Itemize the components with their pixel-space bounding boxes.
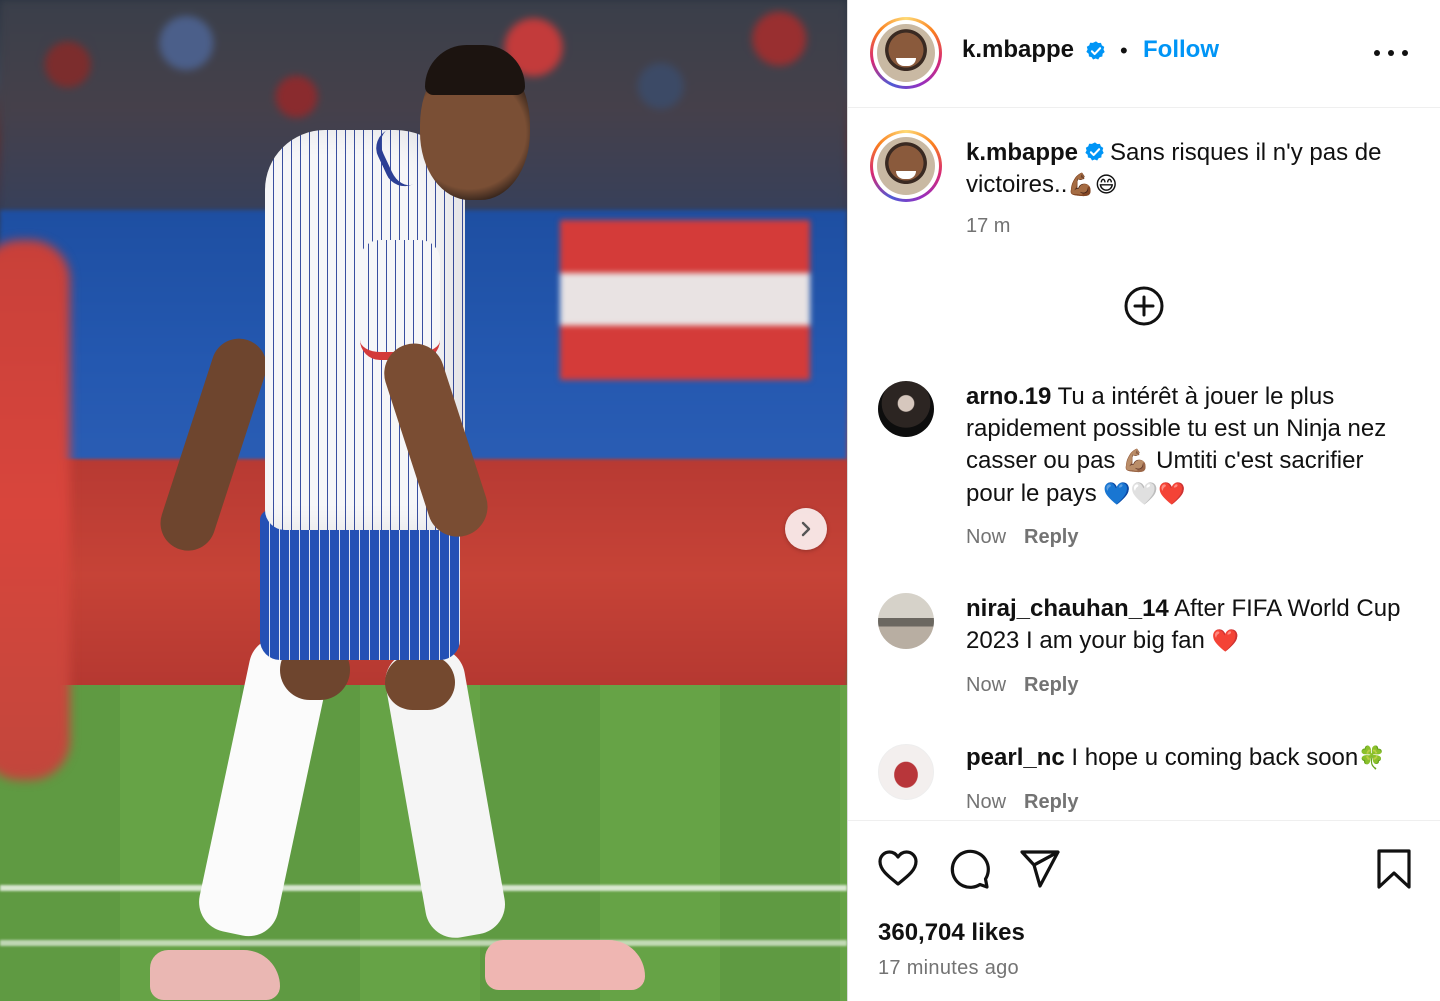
author-avatar[interactable] [870,17,942,89]
reply-button[interactable]: Reply [1024,674,1078,696]
player-boot [485,940,645,990]
next-photo-button[interactable] [785,508,827,550]
caption-username[interactable]: k.mbappe [966,139,1078,166]
comment-meta: Now Reply [966,526,1078,549]
comment-emoji: ❤️ [1211,629,1239,654]
caption: k.mbappe Sans risques il n'y pas de vict… [966,137,1416,202]
post-side-panel: k.mbappe • Follow k.mbappe Sans risques … [847,0,1440,1001]
photo-opponent-player [0,240,70,780]
commenter-avatar[interactable] [878,593,934,649]
comment-emoji: ❤️ [1158,482,1186,507]
comment-emoji: 🍀 [1358,746,1386,771]
post-timestamp: 17 minutes ago [878,957,1019,979]
more-options-button[interactable] [1374,40,1408,66]
comment-username[interactable]: niraj_chauhan_14 [966,595,1169,622]
avatar-image [877,24,935,82]
comment-emoji: 🤍 [1130,482,1159,507]
plus-circle-icon[interactable] [1123,285,1165,327]
paper-plane-icon[interactable] [1018,847,1062,891]
player-knee [385,655,455,710]
bookmark-icon[interactable] [1372,847,1416,891]
comment-body: pearl_nc I hope u coming back soon🍀 [966,742,1416,775]
player-sleeve [360,240,440,360]
verified-badge-icon [1086,41,1105,60]
comment-emoji: 💪🏽 [1122,449,1150,474]
comment-timestamp: Now [966,674,1007,696]
player-hair [425,45,525,95]
post-actions: 360,704 likes 17 minutes ago [848,820,1440,1001]
comment-username[interactable]: pearl_nc [966,744,1065,771]
caption-timestamp: 17 m [966,215,1011,237]
follow-button[interactable]: Follow [1143,36,1219,64]
reply-button[interactable]: Reply [1024,791,1078,813]
author-username[interactable]: k.mbappe [962,36,1107,64]
comment-meta: Now Reply [966,674,1078,697]
comment-meta: Now Reply [966,791,1078,814]
comment-emoji: 💙 [1103,482,1131,507]
player-boot [150,950,280,1000]
commenter-avatar[interactable] [878,381,934,437]
post-photo[interactable] [0,0,847,1001]
comment-timestamp: Now [966,791,1007,813]
post-header: k.mbappe • Follow [848,0,1440,108]
avatar-image [877,137,935,195]
likes-count[interactable]: 360,704 likes [878,919,1025,947]
heart-outline-icon[interactable] [876,847,920,891]
more-horizontal-icon [1374,50,1380,56]
author-username-text[interactable]: k.mbappe [962,36,1074,63]
caption-emoji: 💪🏾😄 [1067,173,1118,198]
comment-body: niraj_chauhan_14 After FIFA World Cup 20… [966,593,1416,658]
speech-bubble-icon[interactable] [947,847,991,891]
verified-badge-icon [1085,142,1104,161]
reply-button[interactable]: Reply [1024,526,1078,548]
chevron-right-icon [801,521,811,537]
comment-timestamp: Now [966,526,1007,548]
player-shorts [260,510,460,660]
comment-username[interactable]: arno.19 [966,383,1051,410]
player-arm [153,331,274,558]
comment-text: I hope u coming back soon [1071,744,1359,771]
comment-body: arno.19 Tu a intérêt à jouer le plus rap… [966,381,1416,511]
photo-player [150,40,650,1000]
header-separator: • [1120,38,1128,63]
commenter-avatar[interactable] [878,744,934,800]
comments-section[interactable]: k.mbappe Sans risques il n'y pas de vict… [848,108,1440,820]
caption-avatar[interactable] [870,130,942,202]
